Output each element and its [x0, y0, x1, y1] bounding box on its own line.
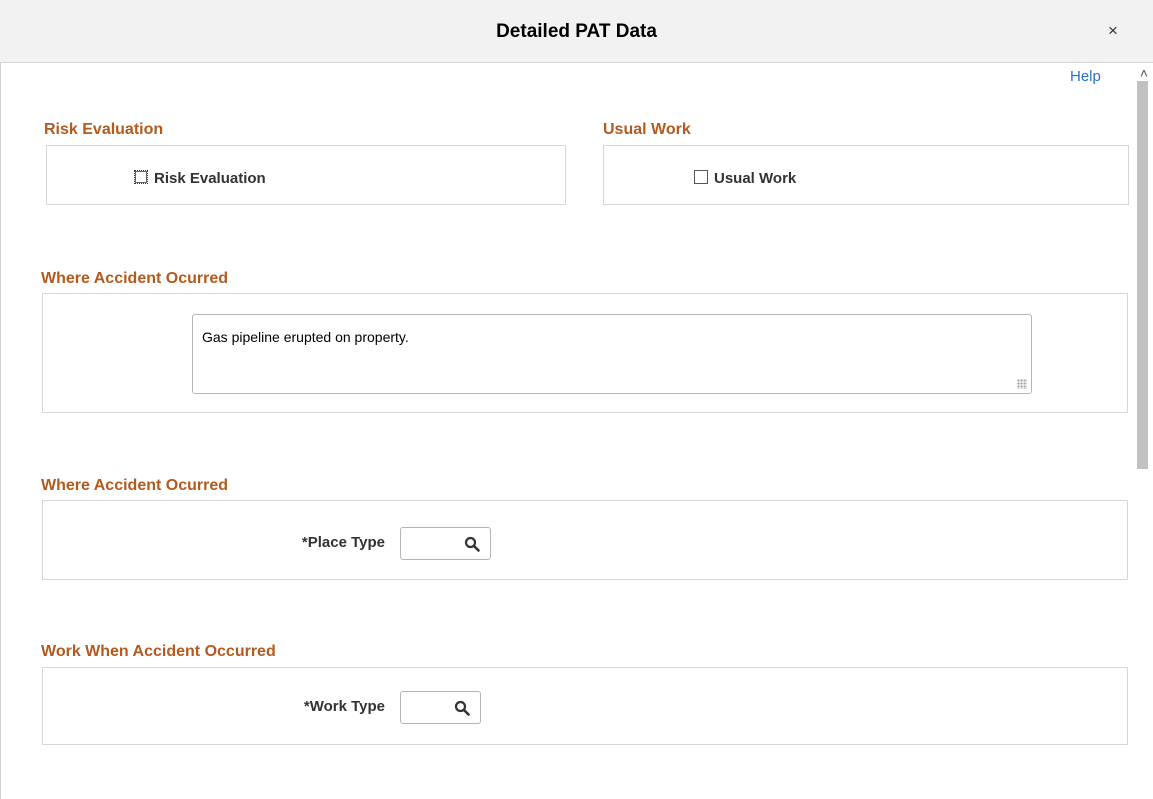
modal-title: Detailed PAT Data	[496, 21, 657, 42]
place-type-group: *Place Type	[42, 500, 1128, 580]
help-link[interactable]: Help	[1070, 68, 1101, 85]
where-accident-text-section-title: Where Accident Ocurred	[41, 270, 229, 287]
scrollbar-thumb[interactable]	[1137, 81, 1148, 469]
risk-evaluation-checkbox-label[interactable]: Risk Evaluation	[154, 170, 266, 187]
where-accident-textarea[interactable]: Gas pipeline erupted on property.	[192, 314, 1032, 394]
usual-work-checkbox[interactable]	[694, 170, 708, 184]
work-type-group: *Work Type	[42, 667, 1128, 745]
usual-work-group: Usual Work	[603, 145, 1129, 205]
work-type-input[interactable]	[400, 691, 481, 724]
search-icon[interactable]	[464, 536, 480, 552]
where-accident-textarea-value: Gas pipeline erupted on property.	[202, 329, 409, 345]
chevron-up-icon[interactable]: ˄	[1136, 63, 1152, 81]
modal-header: Detailed PAT Data ×	[0, 0, 1153, 63]
resize-grip-icon[interactable]	[1017, 379, 1027, 389]
usual-work-checkbox-label[interactable]: Usual Work	[714, 170, 796, 187]
place-type-label: *Place Type	[301, 534, 385, 551]
risk-evaluation-section-title: Risk Evaluation	[44, 121, 164, 138]
modal-left-border	[0, 63, 1, 799]
place-type-input[interactable]	[400, 527, 491, 560]
work-type-label: *Work Type	[303, 698, 385, 715]
work-type-section-title: Work When Accident Occurred	[41, 643, 276, 660]
close-icon[interactable]: ×	[1103, 21, 1123, 41]
search-icon[interactable]	[454, 700, 470, 716]
risk-evaluation-checkbox[interactable]	[134, 170, 148, 184]
risk-evaluation-group: Risk Evaluation	[46, 145, 566, 205]
place-type-section-title: Where Accident Ocurred	[41, 477, 229, 494]
usual-work-section-title: Usual Work	[603, 121, 691, 138]
